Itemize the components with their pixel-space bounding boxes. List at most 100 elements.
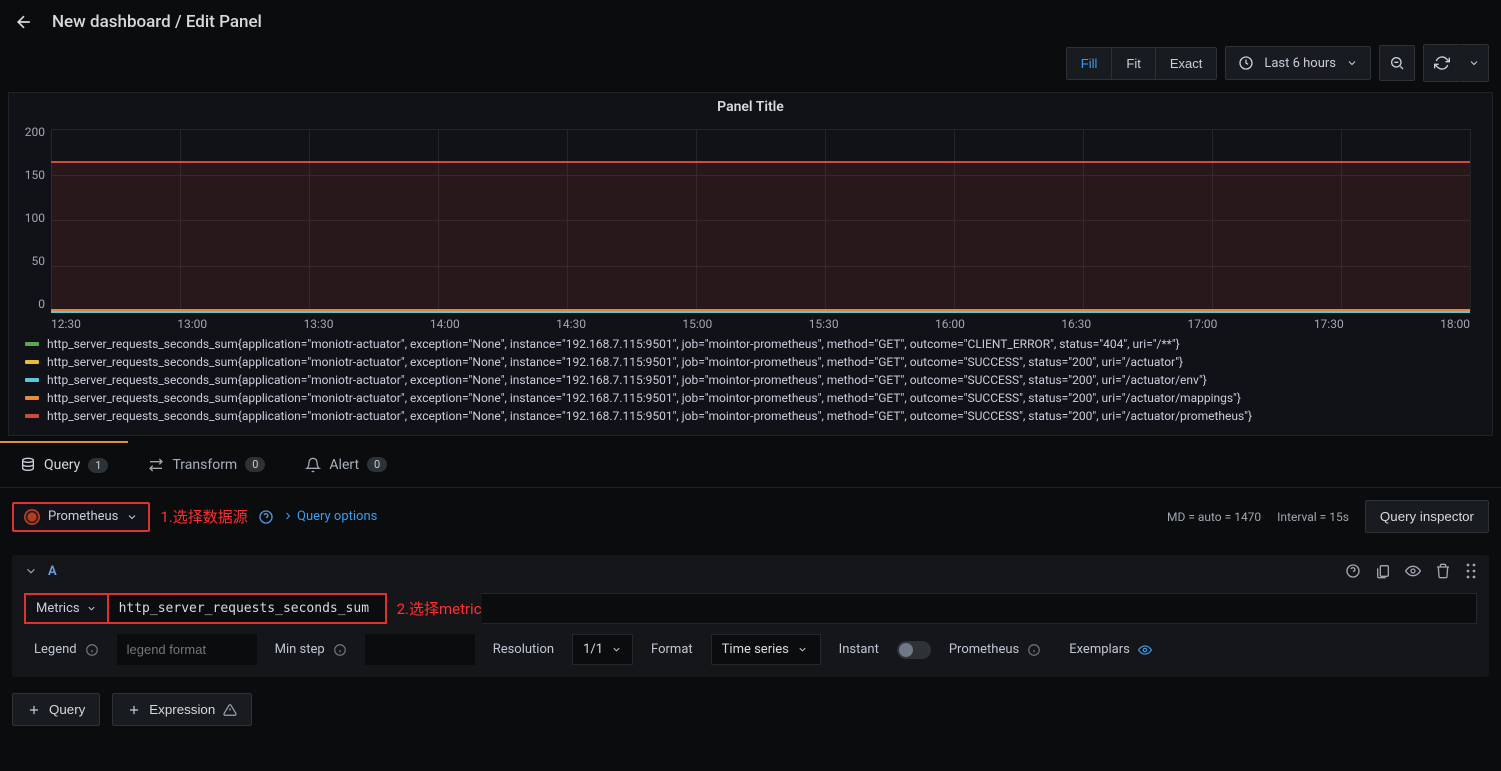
- help-icon[interactable]: [258, 509, 274, 525]
- legend-swatch: [25, 396, 39, 400]
- tab-transform-label: Transform: [172, 457, 237, 473]
- panel: Panel Title 200150100500 12:3013:0013:30…: [8, 92, 1493, 436]
- add-query-label: Query: [49, 702, 85, 717]
- warning-icon: [223, 703, 237, 717]
- metrics-label-text: Metrics: [36, 601, 80, 616]
- bell-icon: [305, 457, 321, 473]
- datasource-name: Prometheus: [48, 509, 118, 524]
- tab-alert-label: Alert: [329, 457, 359, 473]
- chevron-down-icon: [797, 644, 808, 655]
- transform-icon: [148, 457, 164, 473]
- minstep-label: Min step: [275, 642, 325, 657]
- plus-icon: [127, 703, 141, 717]
- help-icon[interactable]: [1345, 563, 1361, 579]
- clipboard-icon[interactable]: [1375, 563, 1391, 579]
- legend-swatch: [25, 342, 39, 346]
- plus-icon: [27, 703, 41, 717]
- exact-button[interactable]: Exact: [1155, 48, 1217, 79]
- info-icon: [333, 643, 347, 657]
- exemplars-label: Exemplars: [1069, 642, 1130, 657]
- annotation-datasource: 1.选择数据源: [160, 506, 247, 527]
- eye-icon[interactable]: [1138, 643, 1152, 657]
- eye-icon[interactable]: [1405, 563, 1421, 579]
- fill-button[interactable]: Fill: [1067, 48, 1112, 79]
- tab-alert-count: 0: [367, 457, 387, 472]
- legend-item[interactable]: http_server_requests_seconds_sum{applica…: [25, 353, 1476, 371]
- metrics-input[interactable]: [107, 593, 387, 624]
- prometheus-label: Prometheus: [949, 642, 1019, 657]
- tab-transform[interactable]: Transform 0: [128, 442, 285, 487]
- prometheus-icon: [24, 509, 40, 525]
- format-select[interactable]: Time series: [711, 634, 821, 665]
- legend-item[interactable]: http_server_requests_seconds_sum{applica…: [25, 407, 1476, 425]
- chevron-down-icon: [1346, 57, 1358, 69]
- y-axis: 200150100500: [15, 125, 45, 311]
- chevron-down-icon: [611, 644, 622, 655]
- legend-text: http_server_requests_seconds_sum{applica…: [47, 335, 1180, 353]
- trash-icon[interactable]: [1435, 563, 1451, 579]
- legend-swatch: [25, 378, 39, 382]
- time-range-label: Last 6 hours: [1264, 56, 1336, 71]
- legend-item[interactable]: http_server_requests_seconds_sum{applica…: [25, 389, 1476, 407]
- instant-toggle[interactable]: [897, 641, 931, 659]
- legend-input[interactable]: [117, 634, 257, 665]
- legend-swatch: [25, 360, 39, 364]
- legend-swatch: [25, 414, 39, 418]
- legend-text: http_server_requests_seconds_sum{applica…: [47, 389, 1241, 407]
- tab-query-label: Query: [44, 457, 80, 473]
- refresh-dropdown[interactable]: [1460, 45, 1488, 81]
- query-options-label: Query options: [297, 509, 377, 524]
- info-icon: [85, 643, 99, 657]
- chevron-down-icon[interactable]: [24, 564, 38, 578]
- legend-text: http_server_requests_seconds_sum{applica…: [47, 371, 1207, 389]
- back-button[interactable]: [12, 10, 36, 34]
- clock-icon: [1238, 55, 1254, 71]
- add-expression-label: Expression: [149, 702, 215, 717]
- add-expression-button[interactable]: Expression: [112, 693, 252, 726]
- chevron-down-icon: [86, 603, 97, 614]
- metrics-dropdown[interactable]: Metrics: [24, 593, 107, 624]
- chevron-down-icon: [126, 511, 138, 523]
- legend-text: http_server_requests_seconds_sum{applica…: [47, 407, 1252, 425]
- tab-query-count: 1: [88, 458, 108, 473]
- fit-button[interactable]: Fit: [1111, 48, 1154, 79]
- refresh-button[interactable]: [1424, 45, 1460, 81]
- instant-label: Instant: [839, 642, 879, 657]
- resolution-label: Resolution: [493, 642, 554, 657]
- drag-icon[interactable]: [1465, 563, 1477, 579]
- format-label: Format: [651, 642, 693, 657]
- legend: http_server_requests_seconds_sum{applica…: [9, 325, 1492, 435]
- x-axis: 12:3013:0013:3014:0014:3015:0015:3016:00…: [51, 317, 1470, 331]
- info-icon: [1027, 643, 1041, 657]
- annotation-metric: 2.选择metric: [397, 593, 482, 624]
- breadcrumb: New dashboard / Edit Panel: [52, 12, 262, 32]
- time-range-picker[interactable]: Last 6 hours: [1225, 46, 1371, 80]
- datasource-select[interactable]: Prometheus: [12, 502, 150, 532]
- panel-title: Panel Title: [9, 93, 1492, 117]
- zoom-out-icon: [1389, 55, 1405, 71]
- legend-text: http_server_requests_seconds_sum{applica…: [47, 353, 1183, 371]
- minstep-input[interactable]: [365, 634, 475, 665]
- zoom-out-button[interactable]: [1379, 45, 1415, 81]
- tab-transform-count: 0: [245, 457, 265, 472]
- editor-tabs: Query 1 Transform 0 Alert 0: [0, 442, 1501, 488]
- chevron-right-icon: [282, 510, 294, 522]
- query-ref-id[interactable]: A: [48, 564, 57, 579]
- query-row: A Metrics 2.选择metric Legend Min step Res…: [12, 555, 1489, 677]
- query-options-link[interactable]: Query options: [282, 509, 378, 524]
- md-info: MD = auto = 1470: [1167, 510, 1261, 524]
- chevron-down-icon: [1468, 57, 1480, 69]
- legend-item[interactable]: http_server_requests_seconds_sum{applica…: [25, 335, 1476, 353]
- tab-alert[interactable]: Alert 0: [285, 442, 407, 487]
- legend-item[interactable]: http_server_requests_seconds_sum{applica…: [25, 371, 1476, 389]
- resolution-select[interactable]: 1/1: [572, 634, 633, 665]
- plot-area: [51, 129, 1470, 311]
- add-query-button[interactable]: Query: [12, 693, 100, 726]
- query-editor-area[interactable]: [482, 593, 1477, 624]
- tab-query[interactable]: Query 1: [0, 441, 128, 487]
- chart[interactable]: 200150100500 12:3013:0013:3014:0014:3015…: [31, 125, 1470, 325]
- query-inspector-button[interactable]: Query inspector: [1365, 500, 1489, 533]
- refresh-icon: [1434, 55, 1450, 71]
- interval-info: Interval = 15s: [1277, 510, 1349, 524]
- legend-label: Legend: [34, 642, 77, 657]
